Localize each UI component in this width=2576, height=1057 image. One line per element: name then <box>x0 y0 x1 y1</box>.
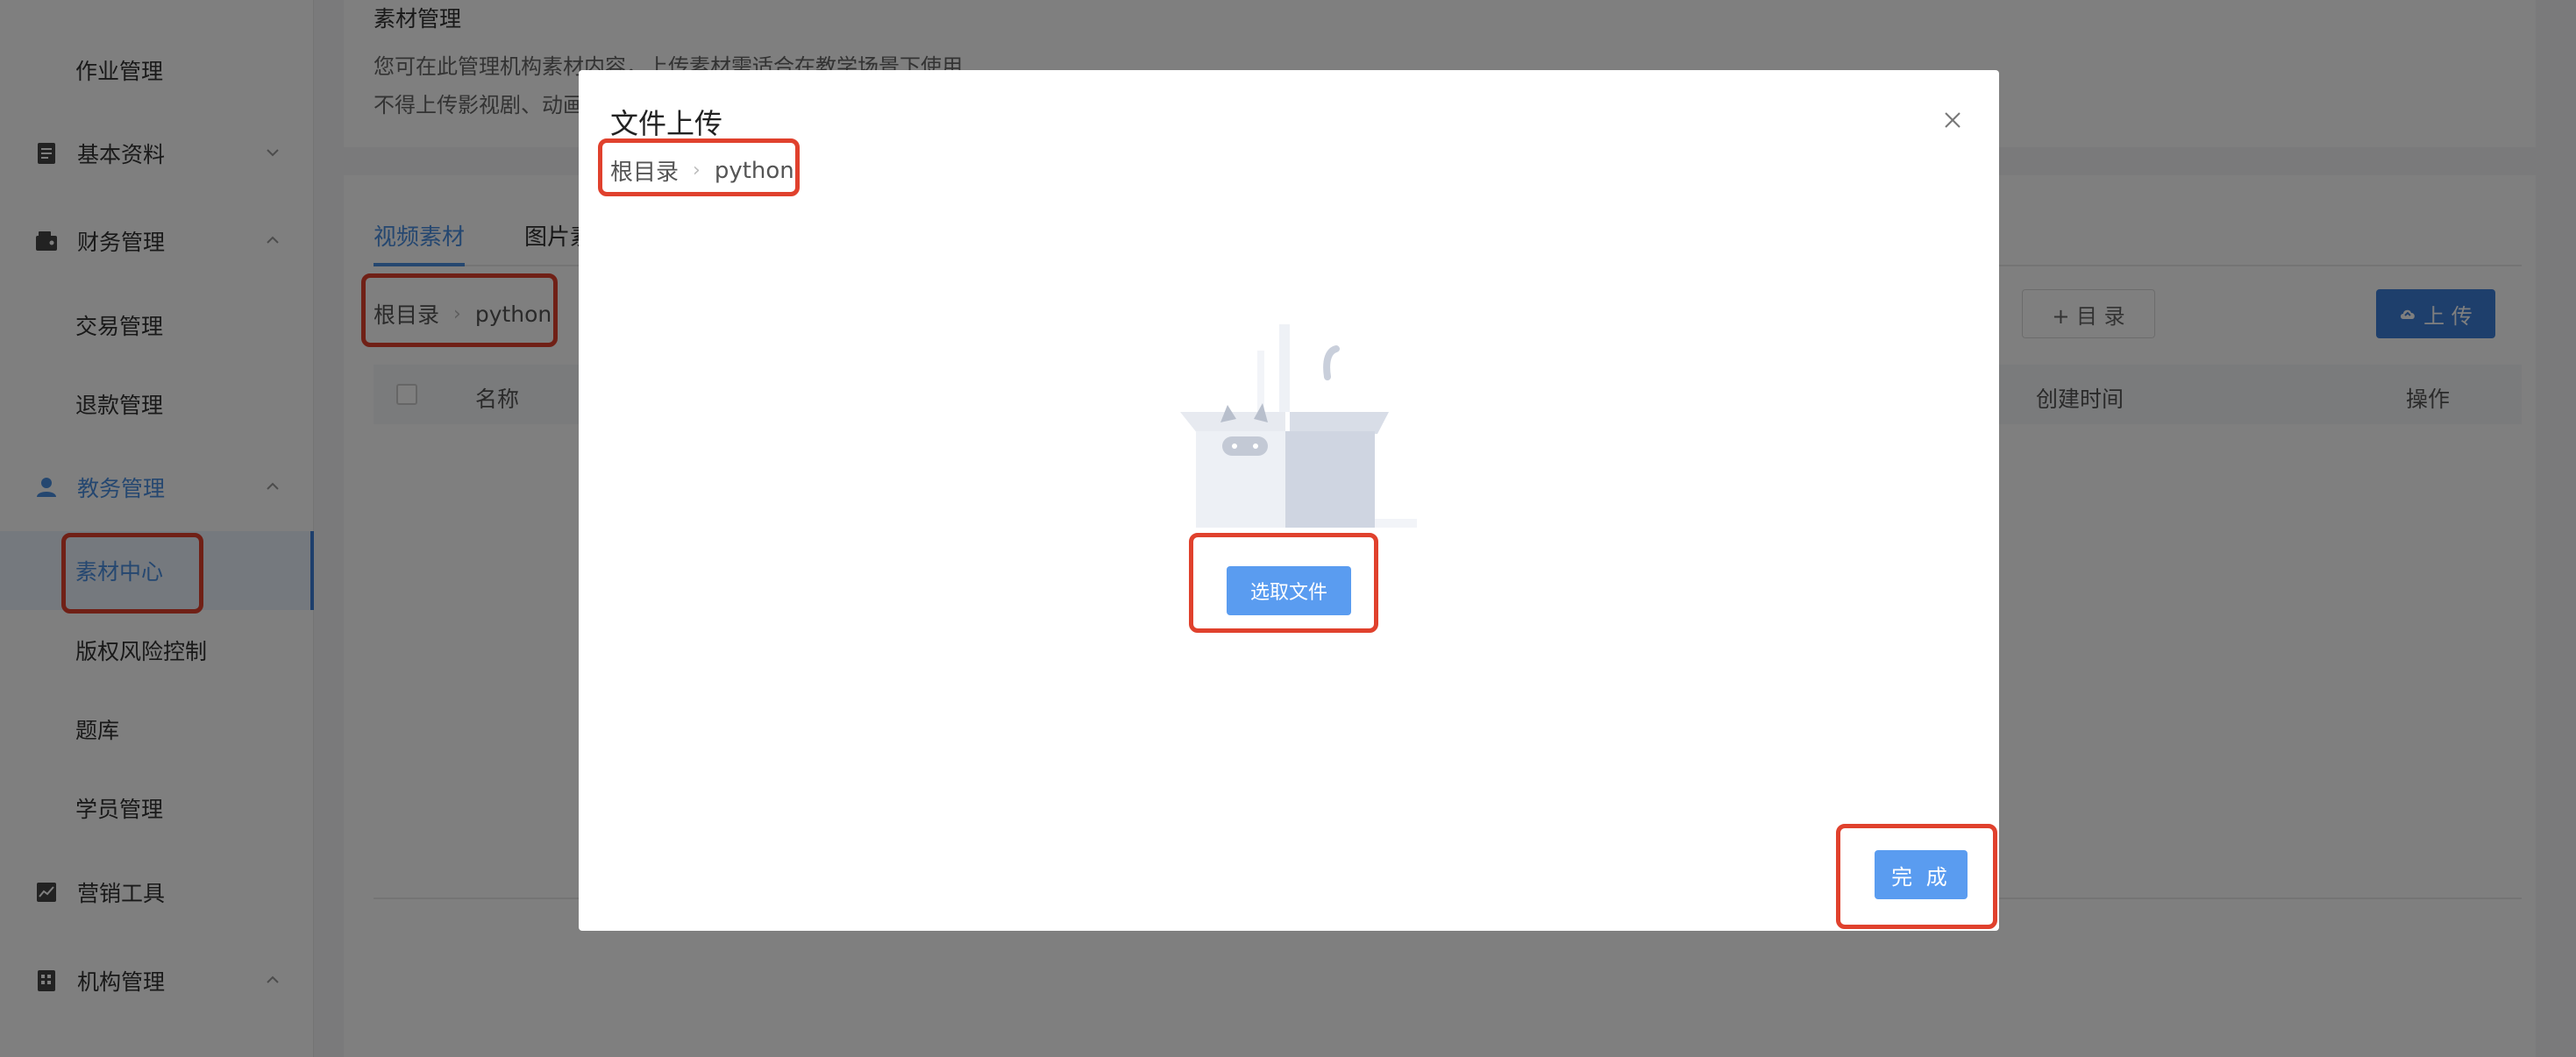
close-icon[interactable] <box>1939 107 1966 133</box>
file-upload-modal: 文件上传 根目录 › python 选取文件 完 成 <box>579 70 1999 931</box>
empty-box-cat-illustration <box>1180 324 1417 528</box>
highlight-modal-breadcrumb <box>598 138 800 196</box>
highlight-done-button <box>1836 824 1997 929</box>
modal-title: 文件上传 <box>610 107 723 140</box>
highlight-select-file <box>1189 533 1378 633</box>
